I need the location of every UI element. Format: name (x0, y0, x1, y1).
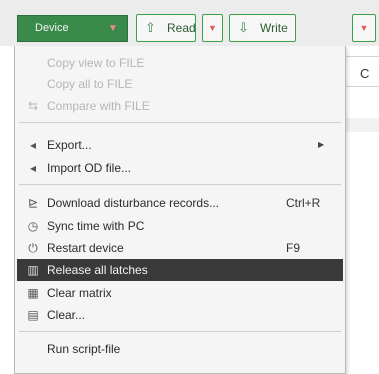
menu-item-import-od[interactable]: ◂ Import OD file... (15, 157, 345, 179)
menu-item-label: Sync time with PC (47, 219, 145, 233)
menu-separator (19, 184, 341, 185)
write-button[interactable]: ⇩ Write (229, 14, 296, 42)
menu-separator (19, 122, 341, 123)
device-dropdown-menu: Copy view to FILE Copy all to FILE ⇆ Com… (14, 46, 346, 374)
download-records-icon: ⊵ (27, 196, 39, 210)
write-button-label: Write (260, 21, 288, 35)
menu-item-label: Compare with FILE (47, 99, 150, 113)
write-dropdown-button[interactable]: ▼ (352, 14, 376, 42)
menu-item-label: Clear... (47, 308, 86, 322)
latch-icon: ▥ (27, 263, 39, 277)
menu-item-run-script[interactable]: Run script-file (15, 338, 345, 360)
menu-item-copy-view[interactable]: Copy view to FILE (15, 52, 345, 74)
menu-item-label: Copy all to FILE (47, 77, 133, 91)
import-icon: ◂ (29, 161, 37, 175)
menu-item-label: Copy view to FILE (47, 56, 145, 70)
matrix-icon: ▦ (27, 286, 39, 300)
download-icon: ⇩ (238, 20, 249, 35)
menu-item-restart-device[interactable]: ⏻ Restart device F9 (15, 237, 345, 259)
read-button-label: Read (167, 21, 196, 35)
background-tab-label: C (360, 66, 370, 81)
clock-icon: ◷ (27, 219, 39, 233)
menu-item-label: Restart device (47, 241, 124, 255)
upload-icon: ⇧ (145, 20, 156, 35)
menu-item-copy-all[interactable]: Copy all to FILE (15, 73, 345, 95)
menu-item-label: Download disturbance records... (47, 196, 220, 210)
background-divider (346, 56, 379, 57)
toolbar: Device ▼ ⇧ Read ▼ ⇩ Write ▼ (0, 0, 379, 46)
read-button[interactable]: ⇧ Read (136, 14, 196, 42)
chevron-down-icon: ▼ (208, 23, 217, 33)
menu-item-label: Run script-file (47, 342, 121, 356)
submenu-arrow-icon: ▶ (318, 140, 325, 149)
background-divider (346, 86, 379, 87)
menu-item-clear[interactable]: ▤ Clear... (15, 304, 345, 326)
power-icon: ⏻ (28, 241, 38, 255)
menu-item-label: Export... (47, 138, 92, 152)
menu-item-release-latches[interactable]: ▥ Release all latches (17, 259, 343, 281)
chevron-down-icon: ▼ (359, 23, 369, 33)
menu-item-label: Import OD file... (47, 161, 132, 175)
menu-item-export[interactable]: ◂ Export... ▶ (15, 134, 345, 156)
compare-icon: ⇆ (27, 99, 39, 113)
background-field (346, 118, 379, 132)
read-dropdown-button[interactable]: ▼ (202, 14, 223, 42)
menu-separator (19, 331, 341, 332)
device-menu-button[interactable]: Device ▼ (17, 15, 128, 42)
menu-item-label: Release all latches (47, 263, 148, 277)
menu-item-label: Clear matrix (47, 286, 112, 300)
shortcut-label: F9 (286, 241, 301, 255)
menu-item-download-records[interactable]: ⊵ Download disturbance records... Ctrl+R (15, 192, 345, 214)
clear-icon: ▤ (27, 308, 39, 322)
export-icon: ◂ (29, 138, 37, 152)
chevron-down-icon: ▼ (108, 23, 118, 34)
shortcut-label: Ctrl+R (286, 196, 321, 210)
menu-item-compare[interactable]: ⇆ Compare with FILE (15, 95, 345, 117)
menu-item-clear-matrix[interactable]: ▦ Clear matrix (15, 282, 345, 304)
menu-item-sync-time[interactable]: ◷ Sync time with PC (15, 215, 345, 237)
device-menu-label: Device (35, 22, 69, 34)
